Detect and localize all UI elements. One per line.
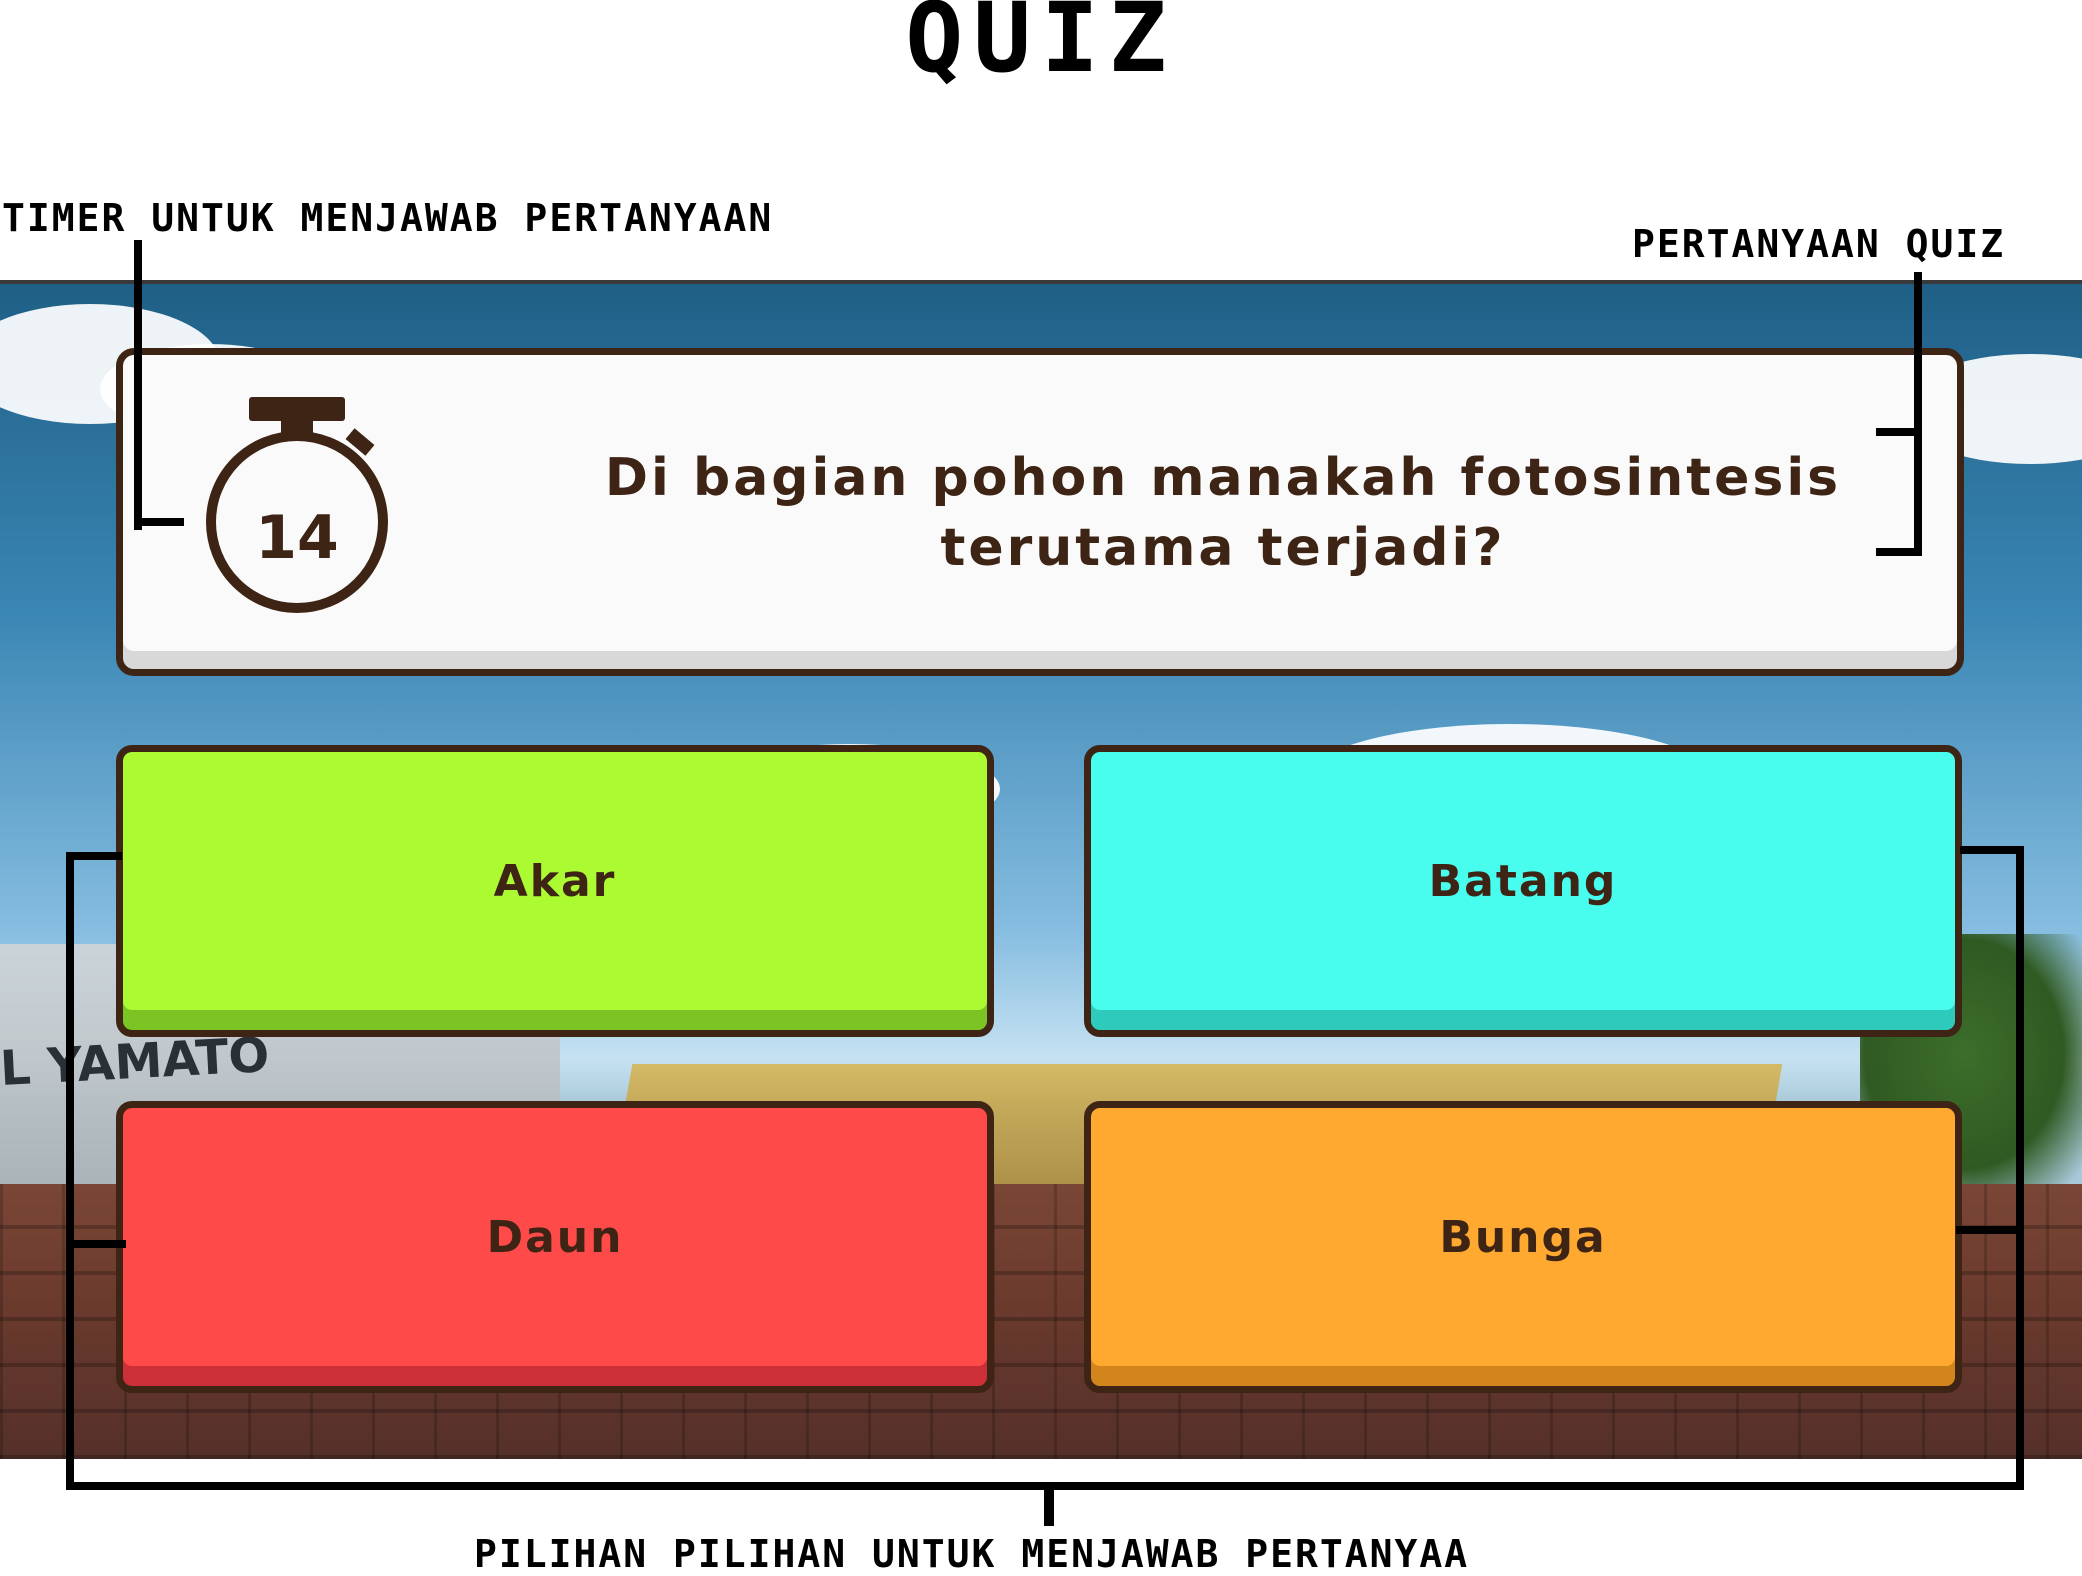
answer-label: Bunga: [1439, 1211, 1607, 1263]
answers-bracket-line: [1956, 1226, 2024, 1234]
question-text: Di bagian pohon manakah fotosintesis ter…: [604, 448, 1842, 578]
answer-label: Batang: [1428, 855, 1618, 907]
timer: 14: [197, 395, 397, 615]
question-bracket-line: [1876, 548, 1922, 556]
timer-bracket-line: [134, 518, 184, 526]
question-panel: 14 Di bagian pohon manakah fotosintesis …: [116, 348, 1964, 676]
answers-annotation: PILIHAN PILIHAN UNTUK MENJAWAB PERTANYAA: [474, 1532, 1470, 1576]
answers-bracket-line: [1960, 846, 2024, 854]
answer-label: Akar: [493, 855, 617, 907]
answers-bracket-line: [2016, 846, 2024, 1490]
answers-bracket-line: [66, 852, 74, 1490]
timer-annotation: TIMER UNTUK MENJAWAB PERTANYAAN: [2, 196, 774, 240]
answer-label: Daun: [486, 1211, 624, 1263]
answer-button-batang[interactable]: Batang: [1084, 745, 1962, 1037]
question-bracket-line: [1876, 428, 1922, 436]
answers-bracket-line: [66, 1240, 126, 1248]
page-title: QUIZ: [905, 0, 1177, 94]
answers-bracket-line: [1044, 1482, 1054, 1526]
question-annotation: PERTANYAAN QUIZ: [1632, 222, 2006, 266]
timer-value: 14: [255, 503, 339, 573]
answers-bracket-line: [66, 852, 122, 860]
question-bracket-line: [1914, 272, 1922, 556]
answer-button-daun[interactable]: Daun: [116, 1101, 994, 1393]
answer-button-bunga[interactable]: Bunga: [1084, 1101, 1962, 1393]
timer-bracket-line: [134, 240, 142, 530]
answer-button-akar[interactable]: Akar: [116, 745, 994, 1037]
